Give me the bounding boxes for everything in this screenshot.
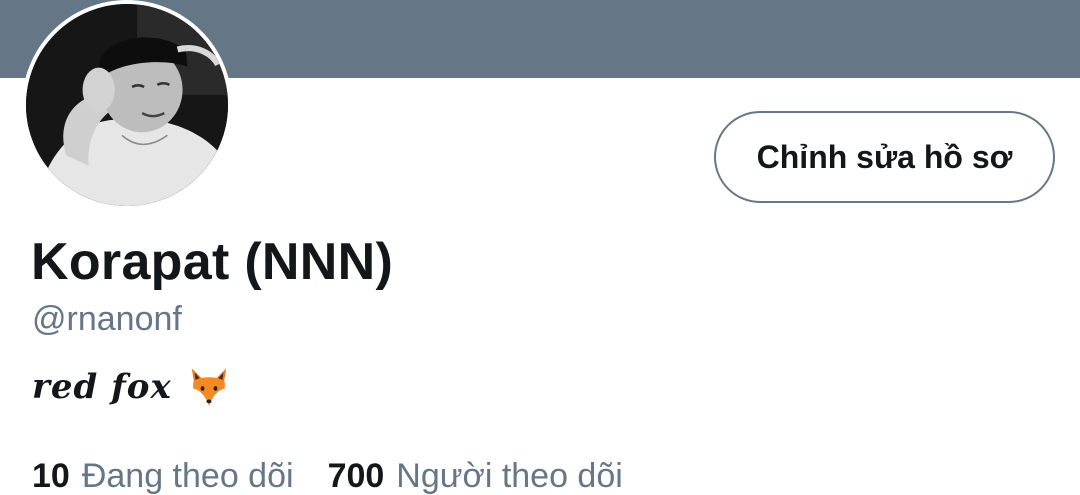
display-name: Korapat (NNN) bbox=[31, 233, 394, 291]
username-handle: @rnanonf bbox=[32, 300, 182, 338]
edit-profile-button[interactable]: Chỉnh sửa hồ sơ bbox=[714, 111, 1055, 203]
following-stat[interactable]: 10 Đang theo dõi bbox=[32, 457, 294, 495]
avatar[interactable] bbox=[22, 0, 232, 210]
bio: red fox bbox=[32, 364, 232, 410]
fox-face-icon bbox=[186, 364, 232, 410]
profile-stats: 10 Đang theo dõi 700 Người theo dõi bbox=[32, 457, 623, 495]
followers-stat[interactable]: 700 Người theo dõi bbox=[328, 457, 623, 495]
following-label: Đang theo dõi bbox=[81, 457, 294, 495]
followers-count: 700 bbox=[327, 457, 385, 495]
avatar-photo bbox=[26, 4, 228, 206]
following-count: 10 bbox=[32, 457, 70, 495]
followers-label: Người theo dõi bbox=[396, 457, 623, 495]
bio-text: red fox bbox=[32, 367, 172, 407]
